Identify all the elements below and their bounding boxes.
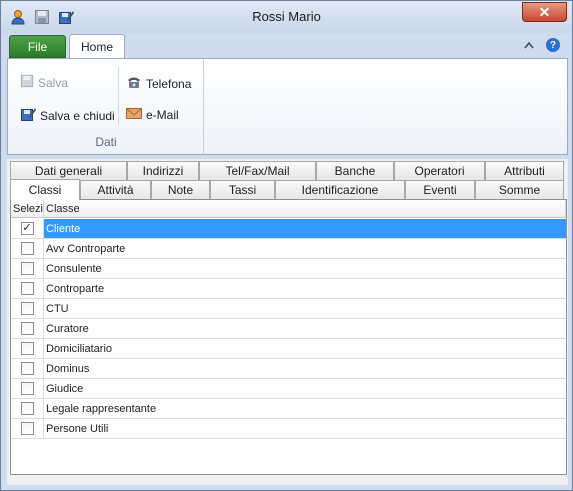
ribbon-group-dati: Salva Salva e chiudi Telefona e-Mail Dat… xyxy=(8,59,204,154)
table-row[interactable]: Curatore xyxy=(11,319,566,339)
select-cell xyxy=(11,359,44,378)
row-checkbox[interactable] xyxy=(20,282,34,295)
select-cell: ✓ xyxy=(11,219,44,238)
row-checkbox[interactable] xyxy=(20,322,34,335)
class-cell: Domiciliatario xyxy=(46,342,113,355)
ribbon-right-icons: ? xyxy=(524,38,560,52)
row-checkbox[interactable] xyxy=(20,342,34,355)
minimize-ribbon-icon[interactable] xyxy=(524,38,534,52)
salva-button[interactable]: Salva xyxy=(20,74,68,91)
salva-label: Salva xyxy=(38,75,69,90)
tab-attivita[interactable]: Attività xyxy=(80,180,151,199)
tab-home[interactable]: Home xyxy=(69,34,125,59)
select-cell xyxy=(11,299,44,318)
class-cell: Curatore xyxy=(46,322,89,335)
telefona-label: Telefona xyxy=(146,76,192,91)
select-cell xyxy=(11,379,44,398)
telefona-button[interactable]: Telefona xyxy=(126,74,191,93)
table-row[interactable]: Legale rappresentante xyxy=(11,399,566,419)
content-area: Dati generali Indirizzi Tel/Fax/Mail Ban… xyxy=(7,159,568,485)
row-checkbox[interactable] xyxy=(20,242,34,255)
column-header-classe[interactable]: Classe xyxy=(44,200,566,218)
table-row[interactable]: Consulente xyxy=(11,259,566,279)
class-cell: Dominus xyxy=(46,362,90,375)
tab-dati-generali[interactable]: Dati generali xyxy=(10,161,127,180)
class-cell: Persone Utili xyxy=(46,422,109,435)
tab-file[interactable]: File xyxy=(9,35,66,58)
select-cell xyxy=(11,279,44,298)
group-separator xyxy=(118,67,119,125)
window-title: Rossi Mario xyxy=(252,9,321,24)
close-button[interactable]: ✕ xyxy=(522,2,567,22)
salva-e-chiudi-button[interactable]: Salva e chiudi xyxy=(20,106,115,125)
row-checkbox[interactable] xyxy=(20,382,34,395)
select-cell xyxy=(11,339,44,358)
tab-identificazione[interactable]: Identificazione xyxy=(275,180,405,199)
class-cell: Consulente xyxy=(46,262,102,275)
class-cell: Avv Controparte xyxy=(46,242,126,255)
tab-note[interactable]: Note xyxy=(151,180,210,199)
tab-banche[interactable]: Banche xyxy=(316,161,394,180)
phone-icon xyxy=(126,74,142,93)
column-header-selezione[interactable]: Selezi xyxy=(11,200,44,218)
title-bar: Rossi Mario ✕ xyxy=(1,1,572,33)
class-cell: Cliente xyxy=(44,219,566,238)
table-row[interactable]: Dominus xyxy=(11,359,566,379)
table-row[interactable]: ✓ Cliente xyxy=(11,219,566,239)
save-close-icon xyxy=(20,106,36,125)
tab-classi[interactable]: Classi xyxy=(10,179,80,200)
select-cell xyxy=(11,319,44,338)
row-checkbox[interactable]: ✓ xyxy=(20,222,34,235)
tab-operatori[interactable]: Operatori xyxy=(394,161,485,180)
help-icon[interactable]: ? xyxy=(546,38,560,52)
app-window: Rossi Mario ✕ File Home ? Salva Salva e … xyxy=(0,0,573,491)
table-row[interactable]: Persone Utili xyxy=(11,419,566,439)
save-icon xyxy=(20,74,34,91)
table-row[interactable]: Avv Controparte xyxy=(11,239,566,259)
mail-icon xyxy=(126,106,142,123)
row-checkbox[interactable] xyxy=(20,362,34,375)
table-row[interactable]: Controparte xyxy=(11,279,566,299)
class-cell: Legale rappresentante xyxy=(46,402,157,415)
tab-somme[interactable]: Somme xyxy=(475,180,564,199)
tab-attributi[interactable]: Attributi xyxy=(485,161,564,180)
row-checkbox[interactable] xyxy=(20,402,34,415)
table-row[interactable]: CTU xyxy=(11,299,566,319)
classi-grid: Selezi Classe ✓ Cliente Avv Controparte Con… xyxy=(10,199,567,475)
row-checkbox[interactable] xyxy=(20,262,34,275)
row-checkbox[interactable] xyxy=(20,302,34,315)
grid-header: Selezi Classe xyxy=(11,200,566,218)
table-row[interactable]: Giudice xyxy=(11,379,566,399)
row-checkbox[interactable] xyxy=(20,422,34,435)
class-cell: Controparte xyxy=(46,282,105,295)
email-label: e-Mail xyxy=(146,107,179,122)
tab-indirizzi[interactable]: Indirizzi xyxy=(127,161,199,180)
ribbon-panel: Salva Salva e chiudi Telefona e-Mail Dat… xyxy=(7,58,568,155)
tab-tassi[interactable]: Tassi xyxy=(210,180,275,199)
select-cell xyxy=(11,259,44,278)
class-cell: Giudice xyxy=(46,382,84,395)
table-row[interactable]: Domiciliatario xyxy=(11,339,566,359)
select-cell xyxy=(11,419,44,438)
class-cell: CTU xyxy=(46,302,69,315)
salva-e-chiudi-label: Salva e chiudi xyxy=(40,108,115,123)
email-button[interactable]: e-Mail xyxy=(126,106,179,123)
select-cell xyxy=(11,399,44,418)
tab-tel-fax-mail[interactable]: Tel/Fax/Mail xyxy=(199,161,316,180)
select-cell xyxy=(11,239,44,258)
ribbon-tab-row: File Home ? xyxy=(1,33,572,59)
group-label-dati: Dati xyxy=(95,135,117,149)
tab-eventi[interactable]: Eventi xyxy=(405,180,475,199)
